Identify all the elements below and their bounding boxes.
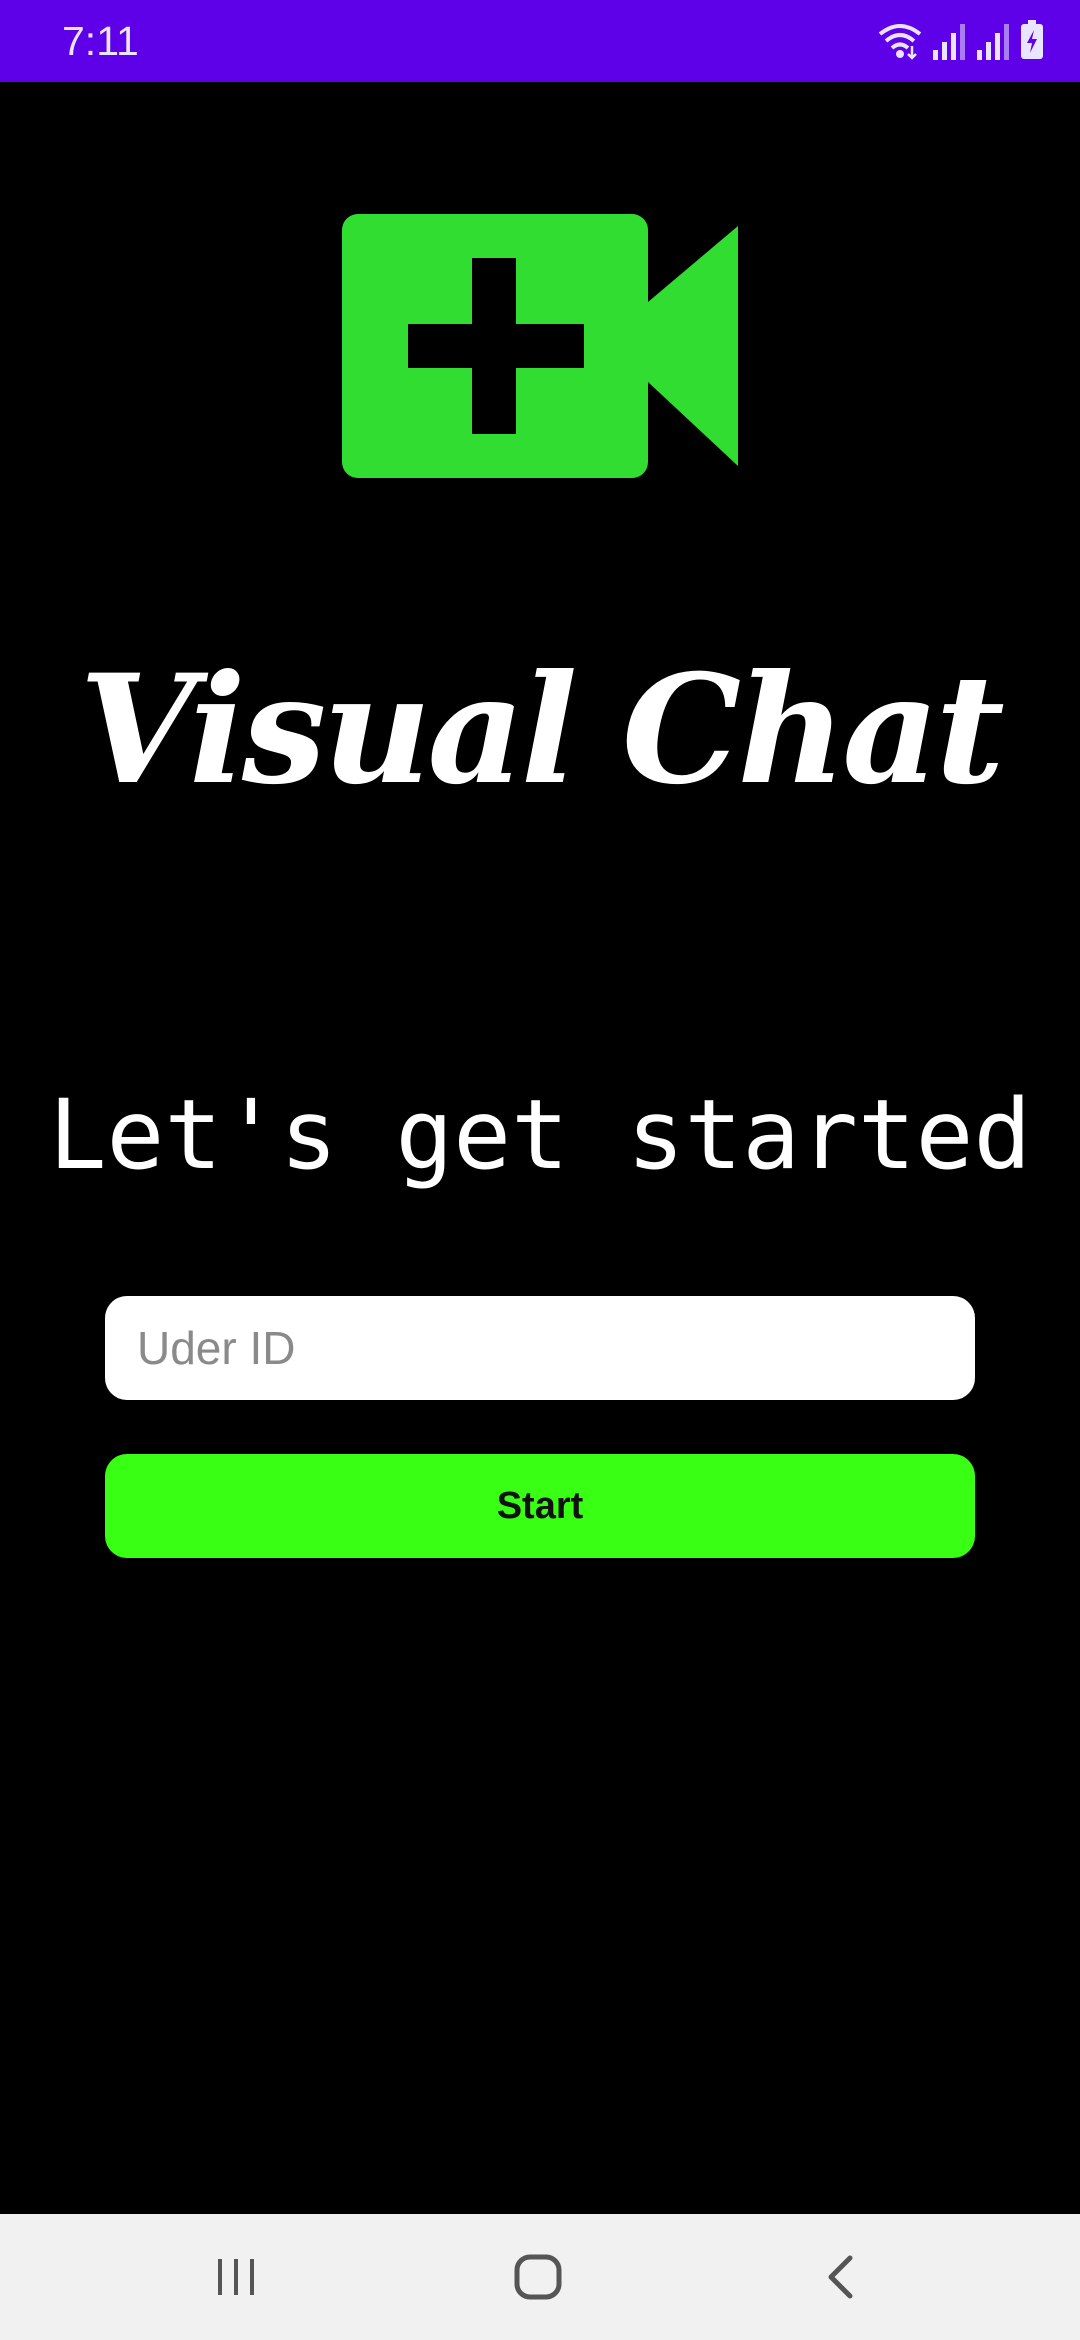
app-title: Visual Chat (79, 642, 1005, 818)
video-call-add-icon (342, 214, 738, 478)
status-icons (878, 20, 1044, 60)
signal-icon (932, 24, 966, 60)
home-icon (514, 2254, 562, 2300)
recents-icon (218, 2259, 254, 2295)
status-time: 7:11 (62, 18, 139, 64)
back-icon (828, 2255, 853, 2299)
app-screen: 7:11 Visual Chat Let's get started Uder … (0, 0, 1080, 2340)
recents-button[interactable] (156, 2214, 316, 2340)
battery-charging-icon (1020, 20, 1044, 60)
user-id-input[interactable] (105, 1296, 975, 1400)
status-bar: 7:11 (0, 0, 1080, 82)
navigation-bar (0, 2214, 1080, 2340)
home-button[interactable] (458, 2214, 618, 2340)
start-button[interactable]: Start (105, 1454, 975, 1558)
back-button[interactable] (760, 2214, 920, 2340)
subtitle: Let's get started (48, 1079, 1032, 1191)
signal-icon (976, 24, 1010, 60)
wifi-icon (878, 22, 922, 60)
